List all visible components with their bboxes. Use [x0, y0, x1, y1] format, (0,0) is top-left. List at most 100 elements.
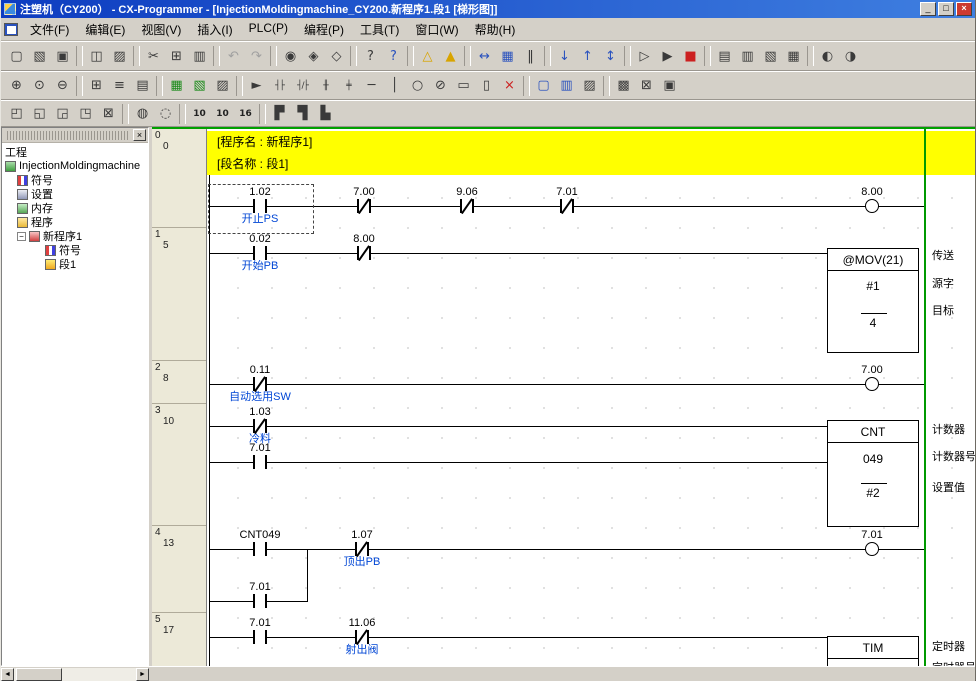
toolbar-button[interactable]: ◈: [302, 45, 325, 67]
rung-header[interactable]: 2 8: [152, 361, 206, 404]
toolbar-button[interactable]: ╫: [314, 75, 337, 97]
toolbar-button[interactable]: 16: [234, 103, 257, 125]
ladder-contact[interactable]: CNT049: [215, 529, 305, 569]
toolbar-button[interactable]: ?: [359, 45, 382, 67]
workspace-horizontal-scrollbar[interactable]: ◄ ►: [1, 668, 149, 681]
ladder-contact[interactable]: 8.00: [319, 233, 409, 273]
tree-item[interactable]: − 新程序1: [2, 229, 148, 243]
toolbar-button[interactable]: ‖: [519, 45, 542, 67]
rung-comment-banner[interactable]: [程序名 : 新程序1] [段名称 : 段1]: [207, 131, 975, 175]
workspace-close-icon[interactable]: ×: [133, 129, 146, 141]
toolbar-button[interactable]: ◫: [85, 45, 108, 67]
ladder-coil[interactable]: 7.01: [827, 529, 917, 556]
toolbar-button[interactable]: [213, 46, 220, 66]
toolbar-button[interactable]: ⊖: [51, 75, 74, 97]
toolbar-button[interactable]: ▯: [475, 75, 498, 97]
tree-item[interactable]: 工程: [2, 145, 148, 159]
toolbar-button[interactable]: ◉: [279, 45, 302, 67]
toolbar-button[interactable]: ⊙: [28, 75, 51, 97]
toolbar-button[interactable]: ▛: [268, 103, 291, 125]
ladder-canvas[interactable]: [程序名 : 新程序1] [段名称 : 段1] 1.02: [207, 129, 975, 666]
toolbar-button[interactable]: [76, 76, 83, 96]
tree-item[interactable]: 符号: [2, 173, 148, 187]
toolbar-button[interactable]: ▥: [555, 75, 578, 97]
toolbar-button[interactable]: [544, 46, 551, 66]
toolbar-button[interactable]: ◌: [154, 103, 177, 125]
mdi-child-icon[interactable]: [4, 23, 18, 36]
toolbar-button[interactable]: ▥: [188, 45, 211, 67]
toolbar-button[interactable]: ►: [245, 75, 268, 97]
toolbar-button[interactable]: ⊕: [5, 75, 28, 97]
minimize-button[interactable]: _: [920, 2, 936, 16]
toolbar-button[interactable]: [133, 46, 140, 66]
scrollbar-thumb[interactable]: [16, 668, 62, 681]
rung-header[interactable]: 3 10: [152, 404, 206, 526]
menu-item[interactable]: 编程(P): [296, 18, 352, 41]
tree-item[interactable]: 符号: [2, 243, 148, 257]
menu-item[interactable]: 视图(V): [133, 18, 189, 41]
toolbar-button[interactable]: [523, 76, 530, 96]
toolbar-button[interactable]: ▣: [658, 75, 681, 97]
toolbar-button[interactable]: [624, 46, 631, 66]
ladder-contact[interactable]: 9.06: [422, 186, 512, 226]
toolbar-button[interactable]: ▨: [211, 75, 234, 97]
toolbar-button[interactable]: ◐: [816, 45, 839, 67]
toolbar-button[interactable]: [407, 46, 414, 66]
ladder-contact[interactable]: 0.11 自动选用SW: [215, 364, 305, 404]
close-button[interactable]: ×: [956, 2, 972, 16]
rung-header[interactable]: 4 13: [152, 526, 206, 613]
tree-expander-icon[interactable]: −: [17, 232, 26, 241]
dock-grip[interactable]: [7, 131, 130, 140]
rung-header[interactable]: 0 0: [152, 129, 206, 228]
toolbar-button[interactable]: ◑: [839, 45, 862, 67]
rung-header[interactable]: 5 17: [152, 613, 206, 666]
toolbar-button[interactable]: ⊞: [165, 45, 188, 67]
toolbar-button[interactable]: ▦: [782, 45, 805, 67]
scrollbar-track[interactable]: [14, 668, 136, 681]
toolbar-button[interactable]: ↓: [553, 45, 576, 67]
tree-item[interactable]: 设置: [2, 187, 148, 201]
scroll-right-arrow[interactable]: ►: [136, 668, 149, 681]
toolbar-button[interactable]: [350, 46, 357, 66]
toolbar-button[interactable]: ≡: [108, 75, 131, 97]
toolbar-button[interactable]: ▢: [5, 45, 28, 67]
toolbar-button[interactable]: ↶: [222, 45, 245, 67]
tree-item[interactable]: 内存: [2, 201, 148, 215]
rung-header[interactable]: 1 5: [152, 228, 206, 361]
menu-item[interactable]: 工具(T): [352, 18, 407, 41]
toolbar-button[interactable]: ▶: [656, 45, 679, 67]
toolbar-button[interactable]: ↔: [473, 45, 496, 67]
toolbar-button[interactable]: ○: [406, 75, 429, 97]
toolbar-button[interactable]: ▩: [612, 75, 635, 97]
tree-item[interactable]: 段1: [2, 257, 148, 271]
toolbar-button[interactable]: ◱: [28, 103, 51, 125]
toolbar-button[interactable]: ▧: [28, 45, 51, 67]
menu-item[interactable]: 帮助(H): [467, 18, 524, 41]
toolbar-button[interactable]: │: [383, 75, 406, 97]
toolbar-button[interactable]: ◇: [325, 45, 348, 67]
toolbar-button[interactable]: [156, 76, 163, 96]
ladder-coil[interactable]: 8.00: [827, 186, 917, 213]
toolbar-button[interactable]: [76, 46, 83, 66]
toolbar-button[interactable]: ✂: [142, 45, 165, 67]
toolbar-button[interactable]: ─: [360, 75, 383, 97]
toolbar-button[interactable]: ⊠: [635, 75, 658, 97]
menu-item[interactable]: 插入(I): [189, 18, 240, 41]
ladder-contact[interactable]: 0.02 开始PB: [215, 233, 305, 273]
toolbar-button[interactable]: ▭: [452, 75, 475, 97]
menu-item[interactable]: PLC(P): [241, 18, 296, 41]
toolbar-button[interactable]: ◍: [131, 103, 154, 125]
toolbar-button[interactable]: ▣: [51, 45, 74, 67]
toolbar-button[interactable]: ◳: [74, 103, 97, 125]
toolbar-button[interactable]: ×: [498, 75, 521, 97]
toolbar-button[interactable]: ⊘: [429, 75, 452, 97]
menu-item[interactable]: 文件(F): [22, 18, 77, 41]
menu-item[interactable]: 编辑(E): [77, 18, 133, 41]
toolbar-button[interactable]: ╪: [337, 75, 360, 97]
toolbar-button[interactable]: [270, 46, 277, 66]
maximize-button[interactable]: □: [938, 2, 954, 16]
toolbar-button[interactable]: △: [416, 45, 439, 67]
toolbar-button[interactable]: ▷: [633, 45, 656, 67]
toolbar-button[interactable]: ▢: [532, 75, 555, 97]
title-bar[interactable]: 注塑机（CY200） - CX-Programmer - [InjectionM…: [1, 0, 975, 18]
